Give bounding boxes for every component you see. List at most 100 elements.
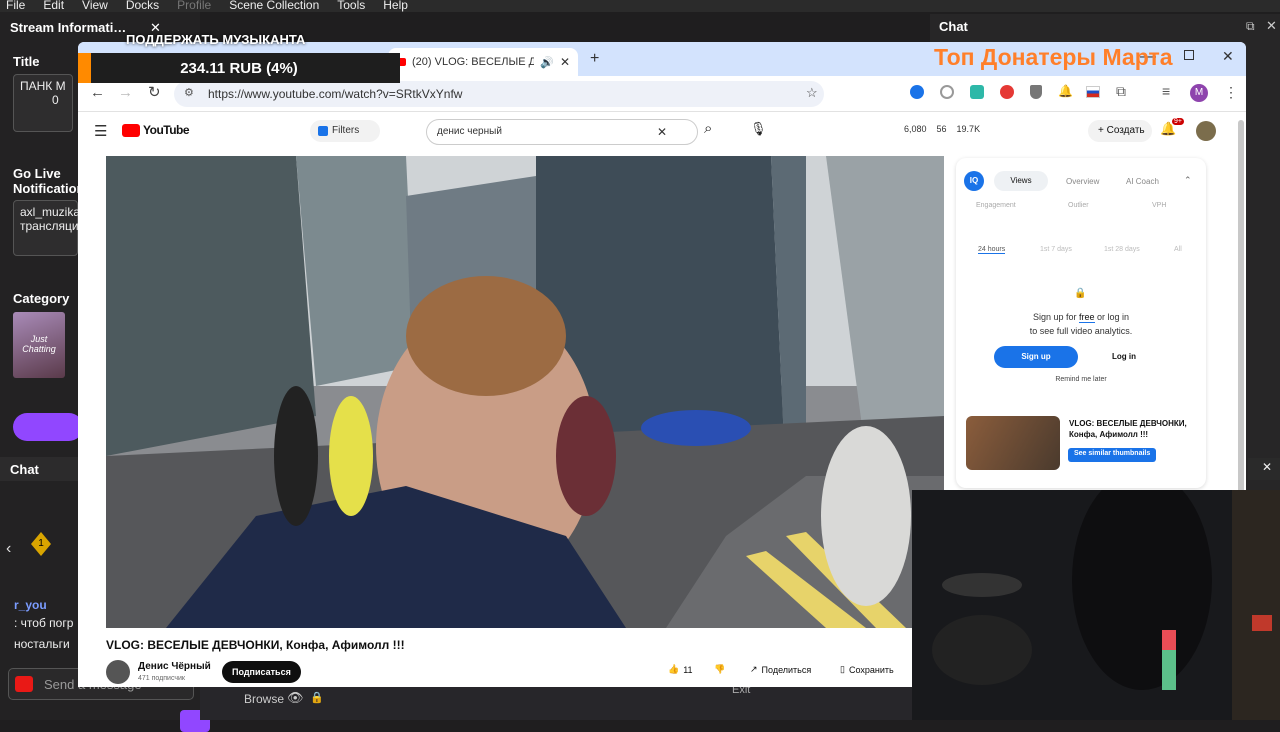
signup-text-2: or log in bbox=[1097, 312, 1130, 322]
go-live-value2: трансляци bbox=[20, 219, 79, 233]
chat-message-2: ностальги bbox=[14, 637, 70, 651]
see-similar-button[interactable]: See similar thumbnails bbox=[1068, 448, 1157, 462]
video-frame bbox=[106, 156, 944, 628]
hamburger-icon[interactable]: ☰ bbox=[94, 122, 107, 140]
go-live-input[interactable]: axl_muzika трансляци bbox=[13, 200, 80, 256]
period-7d[interactable]: 1st 7 days bbox=[1040, 246, 1072, 253]
microphone-icon[interactable]: 🎙 bbox=[750, 121, 767, 137]
maximize-icon[interactable] bbox=[1184, 50, 1194, 60]
webcam-close-icon[interactable]: ✕ bbox=[1262, 460, 1272, 474]
clear-search-icon[interactable]: ✕ bbox=[657, 125, 667, 139]
done-button[interactable] bbox=[13, 413, 83, 441]
menu-profile[interactable]: Profile bbox=[177, 0, 211, 12]
search-icon[interactable]: ⌕ bbox=[704, 120, 712, 137]
reload-icon[interactable]: ↻ bbox=[148, 83, 161, 101]
menu-file[interactable]: File bbox=[6, 0, 25, 12]
period-28d[interactable]: 1st 28 days bbox=[1104, 246, 1140, 253]
address-input[interactable]: ⚙ https://www.youtube.com/watch?v=SRtkVx… bbox=[174, 81, 824, 107]
menu-docks[interactable]: Docks bbox=[126, 0, 159, 12]
signup-text-3: to see full video analytics. bbox=[1029, 326, 1133, 336]
extensions-puzzle-icon[interactable]: ⧉ bbox=[1116, 83, 1126, 100]
category-box-art[interactable]: Just Chatting bbox=[13, 312, 65, 378]
site-info-icon[interactable]: ⚙ bbox=[184, 86, 194, 99]
dislike-button[interactable]: 👎 bbox=[714, 664, 725, 675]
youtube-search-input[interactable]: денис черный ✕ bbox=[426, 119, 698, 145]
profile-avatar[interactable]: M bbox=[1190, 84, 1208, 102]
back-icon[interactable]: ← bbox=[90, 84, 105, 101]
remind-later-link[interactable]: Remind me later bbox=[956, 376, 1206, 383]
browse-label[interactable]: Browse bbox=[244, 692, 284, 706]
iq-tab-ai-coach[interactable]: AI Coach bbox=[1126, 177, 1159, 186]
title-input[interactable]: ПАНК М 0 bbox=[13, 74, 73, 132]
tab-close-icon[interactable]: ✕ bbox=[560, 55, 570, 69]
webcam-frame bbox=[912, 490, 1280, 720]
vidiq-panel: IQ Views Overview AI Coach ⌃ Engagement … bbox=[956, 158, 1206, 488]
stat-subs: 19.7K bbox=[956, 124, 981, 134]
youtube-logo-icon[interactable] bbox=[122, 124, 140, 137]
signup-free: free bbox=[1078, 312, 1095, 323]
right-dock-close-icon[interactable]: ✕ bbox=[1266, 18, 1277, 34]
extension-iq-icon[interactable] bbox=[910, 85, 924, 99]
extension-4-icon[interactable] bbox=[1000, 85, 1014, 99]
chrome-menu-icon[interactable]: ⋮ bbox=[1224, 84, 1238, 101]
close-window-icon[interactable]: ✕ bbox=[1222, 48, 1234, 65]
thumbs-up-icon: 👍 bbox=[668, 664, 680, 674]
menu-edit[interactable]: Edit bbox=[43, 0, 64, 12]
obs-bottom-strip: Browse 👁 🔒 Exit bbox=[200, 684, 912, 720]
youtube-logo-text[interactable]: YouTube bbox=[143, 123, 190, 137]
page-scrollbar[interactable] bbox=[1238, 120, 1244, 500]
user-avatar[interactable] bbox=[1196, 121, 1216, 141]
new-tab-icon[interactable]: + bbox=[590, 50, 599, 68]
chat-username[interactable]: r_you bbox=[14, 598, 47, 612]
signup-button[interactable]: Sign up bbox=[994, 346, 1078, 368]
thumbs-down-icon: 👎 bbox=[714, 664, 726, 674]
owner-row: Денис Чёрный 471 подписчик Подписаться 👍… bbox=[106, 658, 906, 686]
bookmark-star-icon[interactable]: ☆ bbox=[806, 85, 818, 101]
shield-icon[interactable] bbox=[1030, 85, 1042, 99]
create-label: Создать bbox=[1106, 125, 1145, 136]
suggested-title[interactable]: VLOG: ВЕСЕЛЫЕ ДЕВЧОНКИ, Конфа, Афимолл !… bbox=[1069, 418, 1199, 440]
menu-help[interactable]: Help bbox=[383, 0, 408, 12]
subscriber-count: 471 подписчик bbox=[138, 675, 185, 682]
record-icon bbox=[15, 676, 33, 692]
tab-youtube[interactable]: (20) VLOG: ВЕСЕЛЫЕ ДЕВЧ 🔊 ✕ bbox=[388, 48, 578, 76]
like-button[interactable]: 👍 11 bbox=[668, 664, 693, 675]
channel-name[interactable]: Денис Чёрный bbox=[138, 661, 211, 672]
menu-tools[interactable]: Tools bbox=[337, 0, 365, 12]
metric-outlier: Outlier bbox=[1068, 202, 1089, 209]
extension-2-icon[interactable] bbox=[940, 85, 954, 99]
donation-goal-bar: 234.11 RUB (4%) bbox=[78, 53, 400, 83]
iq-tab-overview[interactable]: Overview bbox=[1066, 177, 1099, 186]
speaker-icon[interactable]: 🔊 bbox=[540, 56, 554, 69]
login-button[interactable]: Log in bbox=[1082, 346, 1166, 368]
menu-view[interactable]: View bbox=[82, 0, 108, 12]
video-player[interactable] bbox=[106, 156, 944, 628]
channel-avatar[interactable] bbox=[106, 660, 130, 684]
chevron-left-icon[interactable]: ‹ bbox=[6, 540, 11, 558]
lock-icon[interactable]: 🔒 bbox=[310, 691, 324, 704]
menu-scene-collection[interactable]: Scene Collection bbox=[229, 0, 319, 12]
collapse-chevron-icon[interactable]: ⌃ bbox=[1184, 175, 1192, 186]
search-value: денис черный bbox=[437, 126, 502, 137]
iq-tab-views[interactable]: Views bbox=[994, 171, 1048, 191]
share-button[interactable]: ↗ Поделиться bbox=[750, 664, 811, 675]
eye-icon[interactable]: 👁 bbox=[287, 690, 304, 706]
chat-message: : чтоб погр bbox=[14, 616, 74, 630]
category-name: Just Chatting bbox=[22, 334, 56, 354]
media-icon[interactable]: ≡ bbox=[1162, 83, 1170, 99]
period-all[interactable]: All bbox=[1174, 246, 1182, 253]
forward-icon[interactable]: → bbox=[118, 84, 133, 101]
filters-button[interactable]: Filters bbox=[310, 120, 380, 142]
signup-text-1: Sign up for bbox=[1032, 312, 1077, 322]
hype-badge-icon: 1 bbox=[31, 532, 51, 556]
flag-icon[interactable] bbox=[1086, 86, 1100, 98]
period-24h[interactable]: 24 hours bbox=[978, 246, 1006, 254]
extension-3-icon[interactable] bbox=[970, 85, 984, 99]
save-button[interactable]: ▯ Сохранить bbox=[840, 664, 894, 675]
dock-float-icon[interactable]: ⧉ bbox=[1246, 19, 1255, 34]
bell-icon[interactable]: 🔔 bbox=[1058, 84, 1073, 98]
suggested-thumbnail[interactable] bbox=[966, 416, 1060, 470]
create-button[interactable]: + Создать bbox=[1088, 120, 1152, 142]
filters-icon bbox=[318, 126, 328, 136]
subscribe-button[interactable]: Подписаться bbox=[222, 661, 301, 683]
